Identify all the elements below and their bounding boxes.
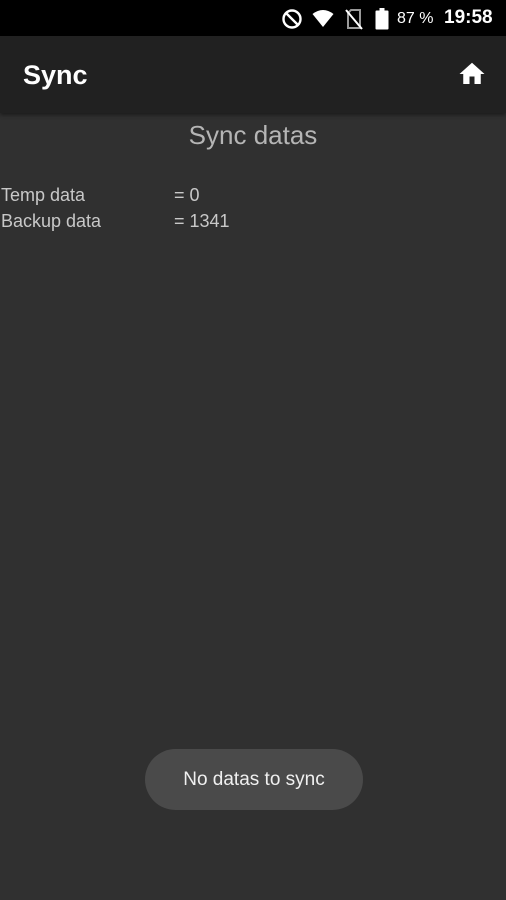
no-sim-icon: [345, 8, 363, 30]
app-bar-title: Sync: [23, 60, 88, 90]
backup-data-label: Backup data: [1, 211, 102, 231]
temp-data-row: Temp data = 0: [0, 182, 506, 208]
backup-data-value: = 1341: [174, 211, 230, 231]
toast-message: No datas to sync: [145, 749, 363, 810]
home-button[interactable]: [452, 56, 492, 96]
app-bar: Sync: [0, 36, 506, 113]
status-bar-clock: 19:58: [444, 7, 493, 28]
battery-icon: [375, 8, 389, 30]
wifi-icon: [312, 9, 334, 29]
home-icon: [457, 59, 487, 94]
status-bar: 87 % 19:58: [0, 0, 506, 36]
backup-data-row: Backup data = 1341: [0, 208, 506, 234]
do-not-disturb-icon: [281, 8, 303, 30]
temp-data-label: Temp data: [1, 185, 86, 205]
battery-percentage: 87 %: [397, 10, 434, 27]
page-title: Sync datas: [188, 120, 318, 150]
temp-data-value: = 0: [174, 185, 200, 205]
